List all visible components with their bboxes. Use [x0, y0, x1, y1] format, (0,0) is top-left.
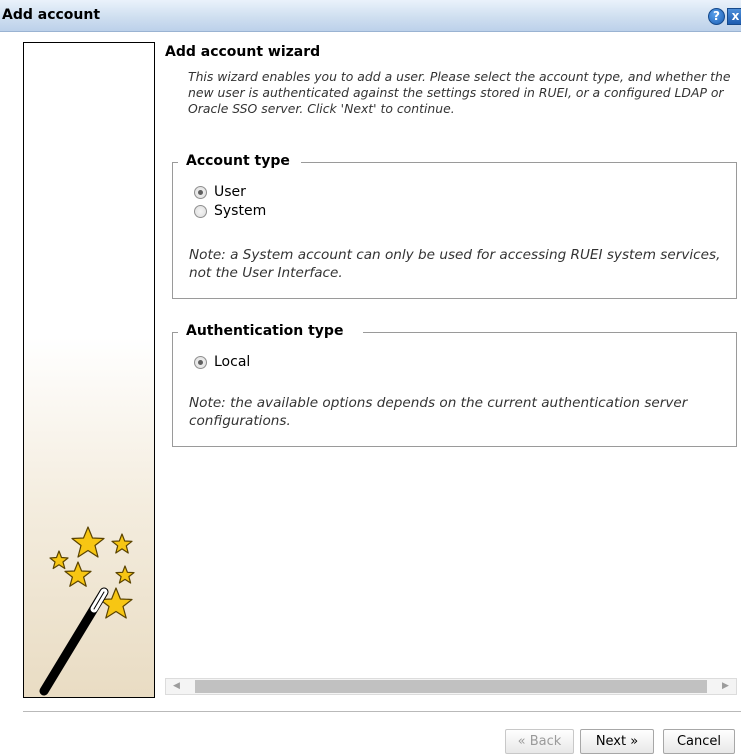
account-type-user-label: User: [214, 184, 246, 200]
footer-divider: [23, 711, 741, 712]
star-icon: [111, 533, 133, 554]
scrollbar-thumb[interactable]: [195, 680, 707, 693]
horizontal-scrollbar[interactable]: ◀ ▶: [165, 678, 737, 695]
magic-wand-icon: [39, 526, 135, 696]
account-type-legend: Account type: [185, 153, 293, 169]
account-type-group: Account type User System Note: a System …: [172, 153, 737, 299]
account-type-note: Note: a System account can only be used …: [189, 247, 721, 281]
back-button[interactable]: « Back: [505, 729, 574, 754]
close-icon[interactable]: x: [727, 8, 741, 25]
wizard-title: Add account wizard: [165, 44, 321, 60]
star-icon: [115, 565, 135, 584]
account-type-system-option[interactable]: System: [194, 203, 266, 219]
scroll-right-icon[interactable]: ▶: [717, 679, 734, 694]
account-type-user-option[interactable]: User: [194, 184, 246, 200]
authentication-type-note: Note: the available options depends on t…: [189, 395, 688, 429]
authentication-type-legend: Authentication type: [185, 323, 347, 339]
scroll-left-icon[interactable]: ◀: [168, 679, 185, 694]
authentication-type-local-label: Local: [214, 354, 251, 370]
dialog-titlebar: Add account ? x: [0, 0, 741, 32]
help-icon[interactable]: ?: [708, 8, 725, 25]
account-type-user-radio[interactable]: [194, 185, 207, 199]
next-button[interactable]: Next »: [580, 729, 654, 754]
cancel-button[interactable]: Cancel: [663, 729, 735, 754]
star-icon: [71, 526, 105, 558]
account-type-system-radio[interactable]: [194, 204, 207, 218]
dialog-title: Add account: [2, 7, 101, 23]
star-icon: [64, 561, 92, 587]
authentication-type-local-option[interactable]: Local: [194, 354, 250, 370]
wizard-intro-text: This wizard enables you to add a user. P…: [188, 69, 731, 116]
authentication-type-local-radio[interactable]: [194, 355, 207, 369]
authentication-type-group: Authentication type Local Note: the avai…: [172, 323, 737, 447]
wizard-sidebar: [23, 42, 155, 698]
star-icon: [49, 550, 69, 570]
account-type-system-label: System: [214, 203, 267, 219]
